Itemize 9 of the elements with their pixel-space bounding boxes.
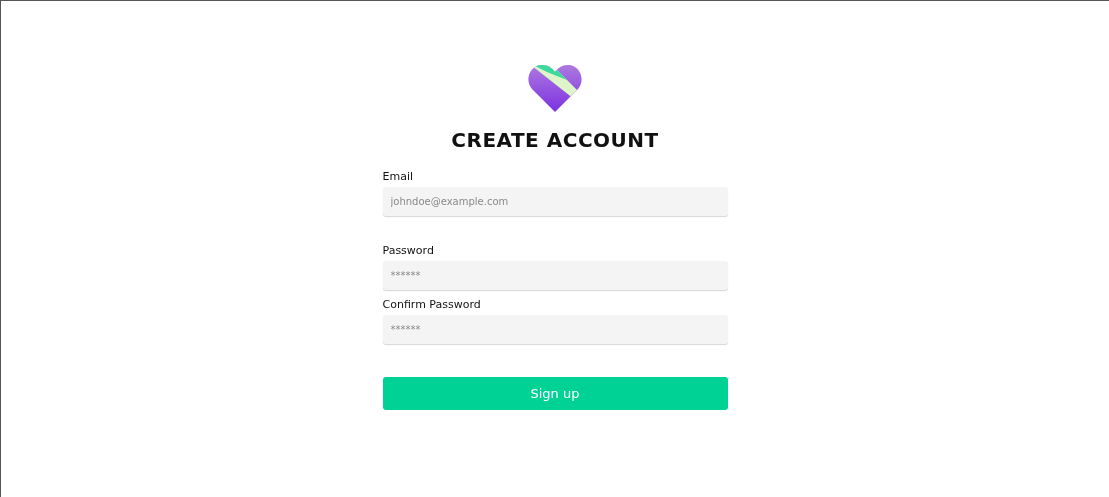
heart-logo-icon (527, 62, 583, 114)
input-field[interactable]: ****** (382, 261, 728, 290)
field-label: Email (382, 170, 415, 183)
input-field[interactable]: ****** (382, 315, 728, 344)
input-field[interactable]: johndoe@example.com (382, 187, 728, 216)
page-title: CREATE ACCOUNT (451, 128, 659, 152)
sign-up-button[interactable]: Sign up (382, 377, 728, 410)
field-label: Password (382, 244, 435, 257)
field-label: Confirm Password (382, 298, 482, 311)
